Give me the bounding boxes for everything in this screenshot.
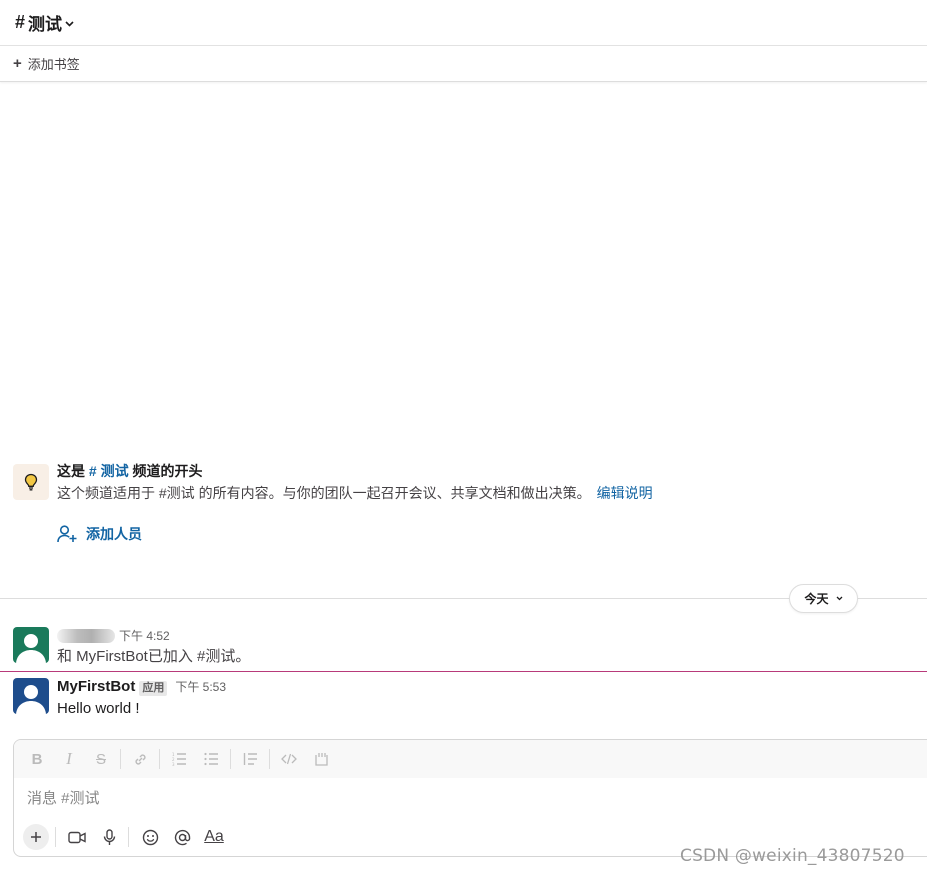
- toolbar-divider: [269, 749, 270, 769]
- message-meta: MyFirstBot 应用 下午 5:53: [57, 678, 226, 696]
- message-meta: 下午 4:52: [57, 627, 250, 644]
- plus-icon[interactable]: [23, 824, 49, 850]
- date-jump-button[interactable]: 今天: [789, 584, 858, 613]
- toolbar-divider: [230, 749, 231, 769]
- plus-icon: +: [13, 55, 22, 72]
- add-user-icon: [57, 525, 77, 543]
- message-text: Hello world !: [57, 700, 140, 717]
- microphone-icon[interactable]: [96, 824, 122, 850]
- intro-description: 这个频道适用于 #测试 的所有内容。与你的团队一起召开会议、共享文档和做出决策。…: [57, 485, 653, 501]
- code-block-icon[interactable]: [308, 746, 334, 772]
- app-badge: 应用: [139, 681, 168, 696]
- ordered-list-icon[interactable]: 123: [166, 746, 192, 772]
- message-body: 下午 4:52 和 MyFirstBot已加入 #测试。: [57, 627, 250, 668]
- link-icon[interactable]: [127, 746, 153, 772]
- lightbulb-icon: [13, 464, 49, 500]
- formatting-toolbar: B I S 123: [14, 740, 927, 778]
- message-input-area: [14, 778, 927, 818]
- tools-divider: [128, 827, 129, 847]
- date-label: 今天: [804, 592, 829, 606]
- channel-name: 测试: [28, 15, 63, 34]
- intro-title: 这是 # 测试 频道的开头: [57, 463, 203, 479]
- intro-text: 这是 # 测试 频道的开头 这个频道适用于 #测试 的所有内容。与你的团队一起召…: [57, 462, 653, 504]
- blurred-username: [57, 628, 115, 643]
- avatar[interactable]: [13, 678, 49, 714]
- add-people-button[interactable]: 添加人员: [57, 524, 142, 544]
- chevron-down-icon: [836, 594, 843, 603]
- message-input[interactable]: [27, 789, 627, 807]
- message-timestamp[interactable]: 下午 4:52: [119, 627, 170, 644]
- channel-link[interactable]: # 测试: [89, 463, 129, 479]
- svg-text:3: 3: [172, 762, 175, 766]
- bookmark-bar: + 添加书签: [0, 46, 927, 82]
- italic-icon[interactable]: I: [56, 746, 82, 772]
- add-bookmark-label: 添加书签: [27, 57, 80, 72]
- text-format-icon[interactable]: Aa: [201, 824, 227, 850]
- mention-icon[interactable]: [169, 824, 195, 850]
- toolbar-divider: [120, 749, 121, 769]
- tools-divider: [55, 827, 56, 847]
- add-bookmark-button[interactable]: + 添加书签: [13, 54, 80, 73]
- add-people-label: 添加人员: [86, 526, 142, 542]
- channel-header: # 测试: [0, 0, 927, 46]
- sender-name[interactable]: MyFirstBot: [57, 678, 135, 695]
- app-window: # 测试 + 添加书签 这是 # 测试 频道的开头 这个频道适用于 #测试 的所: [0, 0, 927, 875]
- toolbar-divider: [159, 749, 160, 769]
- edit-description-link[interactable]: 编辑说明: [597, 485, 653, 501]
- video-icon[interactable]: [64, 824, 90, 850]
- message-body: MyFirstBot 应用 下午 5:53 Hello world !: [57, 678, 226, 720]
- message-timestamp[interactable]: 下午 5:53: [175, 678, 226, 695]
- date-divider-line: [0, 598, 927, 599]
- chevron-down-icon: [65, 18, 74, 30]
- avatar[interactable]: [13, 627, 49, 663]
- message-composer: B I S 123 消息 #测试 Aa: [13, 739, 927, 857]
- bullet-list-icon[interactable]: [198, 746, 224, 772]
- strikethrough-icon[interactable]: S: [88, 746, 114, 772]
- watermark: CSDN @weixin_43807520: [680, 846, 905, 866]
- bold-icon[interactable]: B: [24, 746, 50, 772]
- blockquote-icon[interactable]: [237, 746, 263, 772]
- message-text: 和 MyFirstBot已加入 #测试。: [57, 648, 251, 665]
- code-icon[interactable]: [276, 746, 302, 772]
- emoji-icon[interactable]: [137, 824, 163, 850]
- channel-title-button[interactable]: # 测试: [15, 10, 74, 35]
- hash-icon: #: [15, 12, 26, 32]
- new-messages-line: [0, 671, 927, 672]
